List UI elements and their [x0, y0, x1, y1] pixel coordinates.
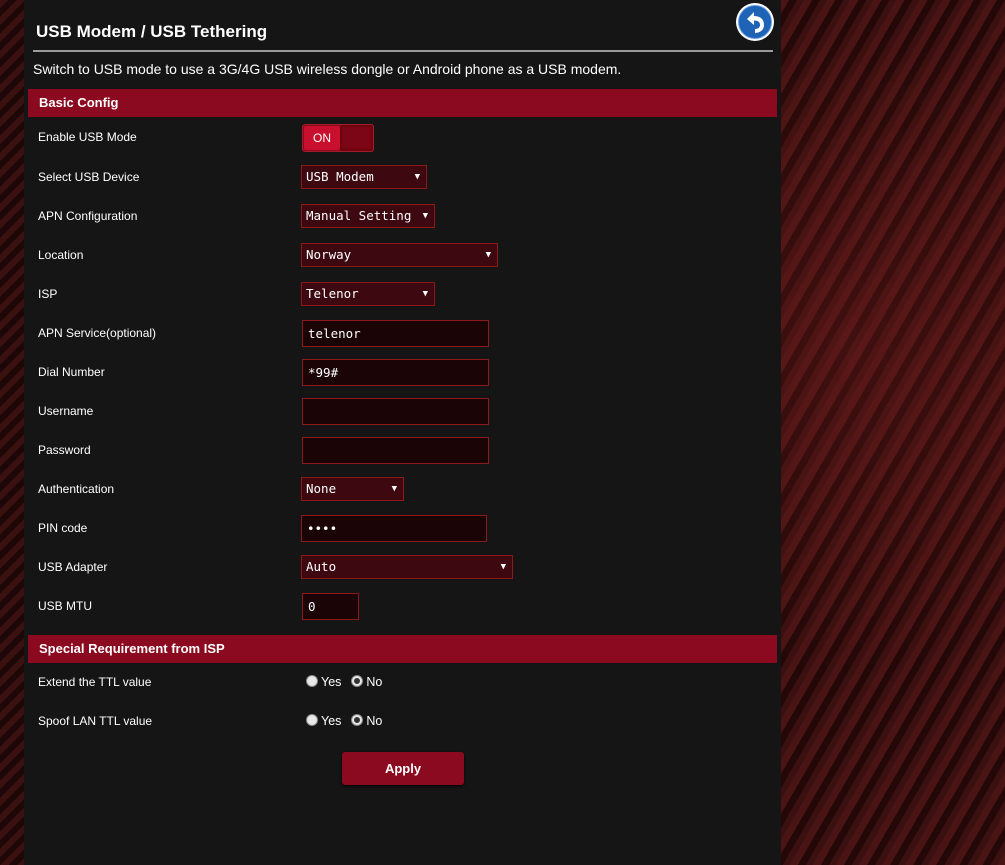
section-header-basic-config: Basic Config	[28, 89, 777, 117]
apn-configuration-value: Manual Setting	[306, 208, 412, 223]
password-input[interactable]	[302, 437, 489, 464]
label-pin-code: PIN code	[38, 521, 88, 535]
extend-ttl-no-label: No	[366, 675, 383, 689]
enable-usb-mode-toggle[interactable]: ON	[302, 124, 374, 152]
triangle-down-icon: ▼	[485, 250, 491, 260]
spoof-lan-ttl-yes-label: Yes	[321, 714, 342, 728]
isp-value: Telenor	[306, 286, 359, 301]
triangle-down-icon: ▼	[391, 484, 397, 494]
label-password: Password	[38, 443, 91, 457]
label-apn-configuration: APN Configuration	[38, 209, 138, 223]
label-dial-number: Dial Number	[38, 365, 105, 379]
location-value: Norway	[306, 247, 352, 262]
triangle-down-icon: ▼	[414, 172, 420, 182]
apn-service-input[interactable]: telenor	[302, 320, 489, 347]
label-isp: ISP	[38, 287, 58, 301]
apply-button[interactable]: Apply	[342, 752, 464, 785]
label-usb-adapter: USB Adapter	[38, 560, 108, 574]
spoof-lan-ttl-no-radio[interactable]	[351, 714, 364, 726]
extend-ttl-yes-radio[interactable]	[306, 675, 318, 687]
spoof-lan-ttl-yes-radio[interactable]	[306, 714, 318, 726]
label-usb-mtu: USB MTU	[38, 599, 92, 613]
label-select-usb-device: Select USB Device	[38, 170, 140, 184]
isp-dropdown[interactable]: Telenor ▼	[301, 282, 435, 306]
background-left	[0, 0, 24, 865]
username-input[interactable]	[302, 398, 489, 425]
spoof-lan-ttl-radio-group: Yes No	[306, 714, 392, 728]
triangle-down-icon: ▼	[422, 211, 428, 221]
pin-code-input[interactable]: ••••	[301, 515, 487, 542]
extend-ttl-radio-group: Yes No	[306, 675, 392, 689]
spoof-lan-ttl-no-label: No	[366, 714, 383, 728]
dial-number-input[interactable]: *99#	[302, 359, 489, 386]
label-spoof-lan-ttl: Spoof LAN TTL value	[38, 714, 153, 728]
triangle-down-icon: ▼	[500, 562, 506, 572]
location-dropdown[interactable]: Norway ▼	[301, 243, 498, 267]
toggle-knob	[340, 125, 373, 151]
title-divider	[33, 50, 773, 52]
extend-ttl-yes-label: Yes	[321, 675, 342, 689]
authentication-dropdown[interactable]: None ▼	[301, 477, 404, 501]
label-authentication: Authentication	[38, 482, 115, 496]
page-description: Switch to USB mode to use a 3G/4G USB wi…	[33, 61, 622, 77]
label-enable-usb-mode: Enable USB Mode	[38, 130, 137, 144]
toggle-on-label: ON	[304, 126, 340, 150]
usb-mtu-input[interactable]: 0	[302, 593, 359, 620]
back-button[interactable]	[735, 2, 775, 42]
page-title: USB Modem / USB Tethering	[36, 22, 268, 41]
label-extend-ttl: Extend the TTL value	[38, 675, 152, 689]
extend-ttl-no-radio[interactable]	[351, 675, 364, 687]
back-arrow-icon	[736, 3, 774, 41]
usb-adapter-dropdown[interactable]: Auto ▼	[301, 555, 513, 579]
select-usb-device-value: USB Modem	[306, 169, 374, 184]
main-panel: USB Modem / USB Tethering Switch to USB …	[24, 0, 781, 865]
triangle-down-icon: ▼	[422, 289, 428, 299]
usb-adapter-value: Auto	[306, 559, 337, 574]
background-right	[781, 0, 1005, 865]
label-apn-service: APN Service(optional)	[38, 326, 157, 340]
label-location: Location	[38, 248, 84, 262]
label-username: Username	[38, 404, 94, 418]
section-header-special-requirement: Special Requirement from ISP	[28, 635, 777, 663]
select-usb-device-dropdown[interactable]: USB Modem ▼	[301, 165, 427, 189]
apn-configuration-dropdown[interactable]: Manual Setting ▼	[301, 204, 435, 228]
authentication-value: None	[306, 481, 337, 496]
